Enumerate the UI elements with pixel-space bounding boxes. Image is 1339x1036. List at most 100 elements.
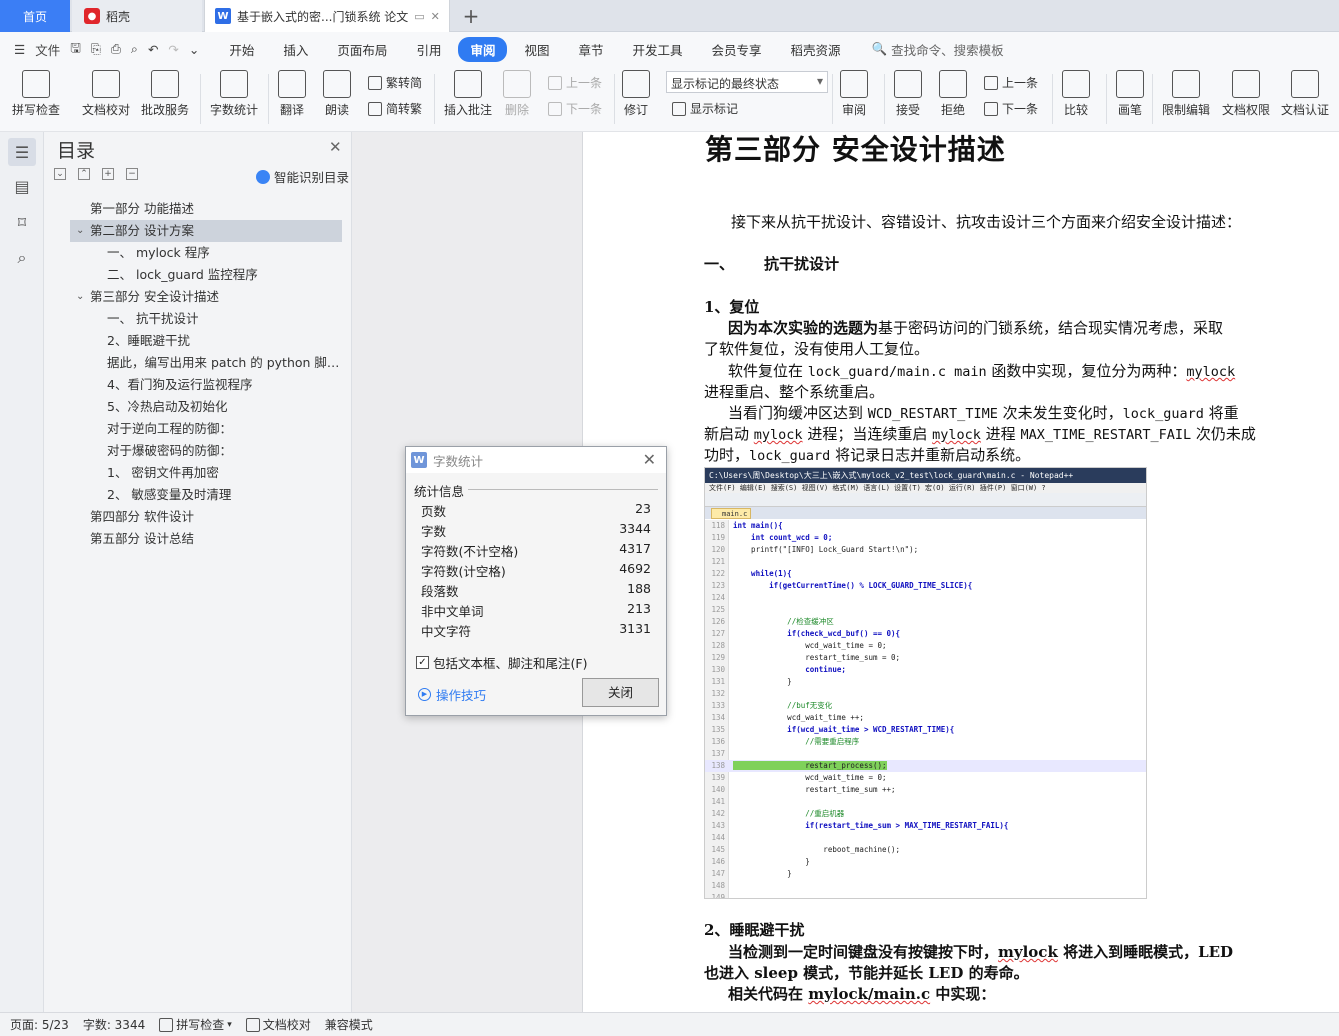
- collapse-all-icon[interactable]: ⌃: [78, 168, 90, 180]
- toc-icon[interactable]: ☰: [8, 138, 36, 166]
- toc-item[interactable]: 对于逆向工程的防御：: [70, 418, 342, 440]
- close-icon[interactable]: ✕: [643, 450, 656, 469]
- toc-item-label: 对于逆向工程的防御：: [107, 421, 233, 436]
- menu-tab[interactable]: 页面布局: [325, 37, 399, 62]
- toc-item[interactable]: 一、 抗干扰设计: [70, 308, 342, 330]
- menu-tab[interactable]: 开发工具: [621, 37, 695, 62]
- revise-icon: [622, 70, 650, 98]
- remove-heading-icon[interactable]: −: [126, 168, 138, 180]
- prev-comment-button[interactable]: 上一条: [548, 74, 602, 91]
- new-tab-button[interactable]: +: [458, 0, 484, 32]
- delete-comment-button[interactable]: 删除: [503, 70, 531, 118]
- menu-tab[interactable]: 章节: [566, 37, 615, 62]
- toc-item[interactable]: 第五部分 设计总结: [70, 528, 342, 550]
- spellcheck-status[interactable]: 拼写检查 ▾: [159, 1016, 232, 1033]
- preview-icon[interactable]: ⌕: [131, 41, 138, 57]
- more-icon[interactable]: ⌄: [189, 42, 199, 57]
- toc-item[interactable]: 第四部分 软件设计: [70, 506, 342, 528]
- menu-tab[interactable]: 会员专享: [700, 37, 774, 62]
- pen-button[interactable]: 画笔: [1116, 70, 1144, 118]
- close-icon[interactable]: ✕: [329, 138, 342, 156]
- toc-item[interactable]: 对于爆破密码的防御：: [70, 440, 342, 462]
- doc-permission-button[interactable]: 文档权限: [1222, 70, 1270, 118]
- restrict-edit-button[interactable]: 限制编辑: [1162, 70, 1210, 118]
- proof-status[interactable]: 文档校对: [245, 1016, 311, 1033]
- doc-cert-button[interactable]: 文档认证: [1281, 70, 1329, 118]
- add-heading-icon[interactable]: +: [102, 168, 114, 180]
- page-indicator[interactable]: 页面: 5/23: [10, 1016, 69, 1033]
- read-aloud-button[interactable]: 朗读: [323, 70, 351, 118]
- save-icon[interactable]: 🖫: [70, 39, 81, 60]
- undo-icon[interactable]: ↶: [148, 42, 158, 57]
- menu-tab[interactable]: 插入: [271, 37, 320, 62]
- show-mode-select[interactable]: 显示标记的最终状态: [666, 71, 828, 93]
- command-search[interactable]: 🔍 查找命令、搜索模板: [872, 40, 1004, 59]
- tab-home[interactable]: 首页: [0, 0, 70, 32]
- smart-toc-button[interactable]: 智能识别目录: [256, 167, 349, 186]
- toc-item[interactable]: ⌄ 第三部分 安全设计描述: [70, 286, 342, 308]
- revise-button[interactable]: 修订: [622, 70, 650, 118]
- expand-all-icon[interactable]: ⌄: [54, 168, 66, 180]
- export-icon[interactable]: ⎘: [91, 41, 101, 57]
- compare-button[interactable]: 比较: [1062, 70, 1090, 118]
- menu-tab[interactable]: 开始: [217, 37, 266, 62]
- doc-check-button[interactable]: 文档校对: [82, 70, 130, 118]
- review-button[interactable]: 审阅: [840, 70, 868, 118]
- reject-button[interactable]: 拒绝: [939, 70, 967, 118]
- toc-item[interactable]: ⌄ 第二部分 设计方案: [70, 220, 342, 242]
- navigation-icon[interactable]: ▤: [12, 176, 32, 196]
- file-menu[interactable]: 文件: [35, 40, 60, 59]
- print-icon[interactable]: ⎙: [111, 41, 121, 57]
- toc-item[interactable]: 一、 mylock 程序: [70, 242, 342, 264]
- toc-item[interactable]: 1、 密钥文件再加密: [70, 462, 342, 484]
- search-icon[interactable]: ⌕: [12, 248, 32, 268]
- toc-item[interactable]: 据此，编写出用来 patch 的 python 脚本：: [70, 352, 342, 374]
- toc-item[interactable]: 第一部分 功能描述: [70, 198, 342, 220]
- bold-text: 因为本次实验的选题为: [728, 319, 879, 337]
- pen-icon: [1116, 70, 1144, 98]
- line-number: 131: [711, 677, 725, 686]
- show-marks-button[interactable]: 显示标记: [672, 100, 738, 117]
- prev-change-button[interactable]: 上一条: [984, 74, 1038, 91]
- word-count-indicator[interactable]: 字数: 3344: [83, 1016, 145, 1033]
- chevron-down-icon[interactable]: ⌄: [76, 286, 84, 308]
- toc-item[interactable]: 2、 敏感变量及时清理: [70, 484, 342, 506]
- spellcheck-button[interactable]: 拼写检查: [12, 70, 60, 118]
- next-change-button[interactable]: 下一条: [984, 100, 1038, 117]
- close-button[interactable]: 关闭: [582, 678, 659, 707]
- toc-item[interactable]: 5、冷热启动及初始化: [70, 396, 342, 418]
- menu-icon[interactable]: ☰: [14, 42, 25, 57]
- subsection-heading: 2、睡眠避干扰: [704, 921, 805, 939]
- tips-link[interactable]: ▶ 操作技巧: [418, 685, 486, 704]
- dialog-titlebar[interactable]: W 字数统计: [406, 447, 666, 473]
- menu-tab[interactable]: 视图: [512, 37, 561, 62]
- paragraph-line: 进程重启、整个系统重启。: [704, 383, 885, 401]
- simp-to-trad-button[interactable]: 简转繁: [368, 100, 422, 117]
- translate-button[interactable]: 翻译: [278, 70, 306, 118]
- menu-tab[interactable]: 稻壳资源: [779, 37, 853, 62]
- menu-tab[interactable]: 引用: [404, 37, 453, 62]
- include-checkbox[interactable]: ✓: [416, 656, 429, 669]
- trad-to-simp-button[interactable]: 繁转简: [368, 74, 422, 91]
- include-option[interactable]: ✓ 包括文本框、脚注和尾注(F): [416, 653, 587, 672]
- bookmark-icon[interactable]: ⌑: [12, 212, 32, 232]
- insert-comment-button[interactable]: 插入批注: [444, 70, 492, 118]
- accept-button[interactable]: 接受: [894, 70, 922, 118]
- tab-document[interactable]: W 基于嵌入式的密...门锁系统 论文 ▭ ✕: [204, 0, 450, 32]
- line-number: 144: [711, 833, 725, 842]
- chevron-down-icon[interactable]: ⌄: [76, 220, 84, 242]
- toc-item[interactable]: 4、看门狗及运行监视程序: [70, 374, 342, 396]
- annotate-service-button[interactable]: 批改服务: [141, 70, 189, 118]
- menu-tab[interactable]: 审阅: [458, 36, 508, 62]
- next-comment-button[interactable]: 下一条: [548, 100, 602, 117]
- word-count-button[interactable]: 字数统计: [210, 70, 258, 118]
- toc-item[interactable]: 二、 lock_guard 监控程序: [70, 264, 342, 286]
- redo-icon[interactable]: ↷: [168, 42, 178, 57]
- prev-comment-icon: [548, 75, 562, 90]
- toc-item-label: 据此，编写出用来 patch 的 python 脚本：: [107, 355, 342, 370]
- close-icon[interactable]: ✕: [431, 10, 440, 23]
- window-icon[interactable]: ▭: [414, 10, 424, 23]
- toc-item[interactable]: 2、睡眠避干扰: [70, 330, 342, 352]
- tab-daoke[interactable]: ● 稻壳: [72, 0, 202, 32]
- simp-to-trad-label: 简转繁: [386, 102, 423, 116]
